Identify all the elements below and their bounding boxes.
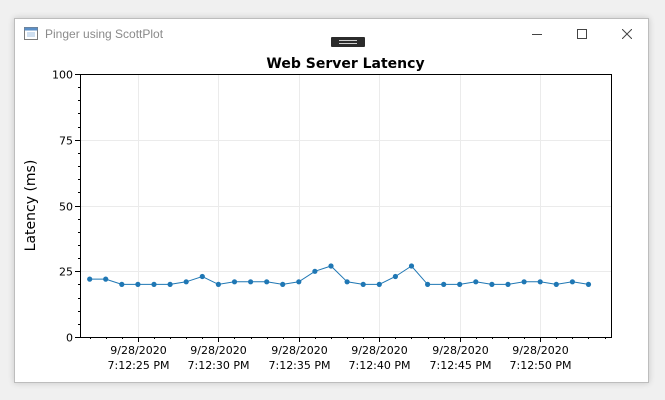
x-tick-date-label: 9/28/2020	[271, 344, 327, 357]
data-point	[473, 279, 479, 285]
x-tick-date-label: 9/28/2020	[432, 344, 488, 357]
data-point	[312, 268, 318, 274]
y-tick-label: 0	[66, 332, 73, 345]
app-window: Pinger using ScottPlot Web Server Latenc…	[14, 18, 649, 383]
data-point	[360, 281, 366, 287]
data-point	[376, 281, 382, 287]
y-axis-ticks: 0 25 50 75 100	[52, 69, 80, 345]
data-point	[103, 276, 109, 282]
data-point	[264, 279, 270, 285]
data-point	[183, 279, 189, 285]
x-tick-date-label: 9/28/2020	[190, 344, 246, 357]
data-point	[344, 279, 350, 285]
x-tick-date-label: 9/28/2020	[351, 344, 407, 357]
data-point	[441, 281, 447, 287]
plot-grid	[80, 74, 611, 337]
data-point	[199, 273, 205, 280]
data-point	[408, 263, 415, 269]
data-point	[457, 281, 463, 287]
x-tick-time-label: 7:12:25 PM	[107, 359, 169, 372]
data-point	[392, 273, 398, 280]
data-point	[280, 281, 286, 287]
plot-title: Web Server Latency	[266, 56, 424, 72]
x-tick-time-label: 7:12:30 PM	[187, 359, 249, 372]
data-point	[215, 281, 221, 287]
x-tick-time-label: 7:12:35 PM	[268, 359, 330, 372]
x-tick-date-label: 9/28/2020	[512, 344, 568, 357]
y-tick-label: 100	[52, 69, 73, 82]
data-point	[87, 276, 93, 282]
x-tick-time-label: 7:12:40 PM	[348, 359, 410, 372]
data-point	[505, 281, 511, 287]
x-tick-date-label: 9/28/2020	[110, 344, 166, 357]
data-point	[231, 279, 238, 285]
data-point	[537, 279, 543, 285]
data-point	[151, 281, 157, 287]
data-point	[569, 279, 576, 285]
data-point	[296, 279, 302, 285]
x-tick-time-label: 7:12:50 PM	[509, 359, 571, 372]
latency-series-line	[89, 265, 589, 285]
data-point	[585, 281, 592, 287]
data-point	[248, 279, 254, 285]
y-tick-label: 75	[59, 135, 73, 148]
data-point	[489, 281, 495, 287]
y-tick-label: 25	[59, 266, 73, 279]
data-point	[425, 281, 431, 287]
y-axis-label: Latency (ms)	[23, 160, 39, 252]
y-tick-label: 50	[59, 201, 73, 214]
data-point	[553, 281, 559, 287]
x-axis-ticks: 9/28/2020 7:12:25 PM 9/28/2020 7:12:30 PM 9/…	[90, 337, 606, 372]
x-tick-time-label: 7:12:45 PM	[429, 359, 491, 372]
data-point	[521, 279, 527, 285]
data-point	[328, 263, 334, 269]
window-grip-handle[interactable]	[331, 37, 365, 47]
data-point	[135, 281, 141, 287]
latency-plot[interactable]: Web Server Latency Latency (ms) 0 25 50 75 1…	[15, 19, 648, 382]
data-point	[119, 281, 125, 287]
data-point	[167, 281, 173, 287]
